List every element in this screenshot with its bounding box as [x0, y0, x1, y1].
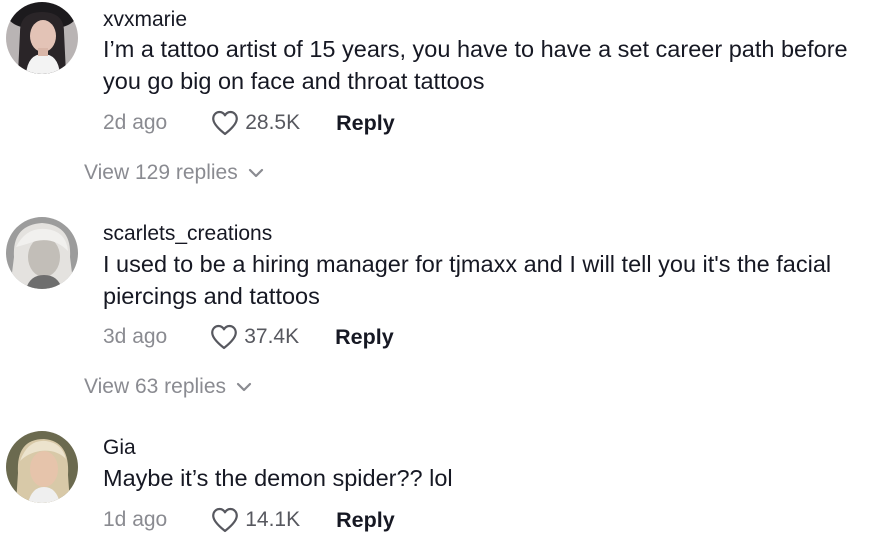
- comment-actions: 2d ago 28.5K Reply: [103, 108, 395, 138]
- comment-actions: 3d ago 37.4K Reply: [103, 322, 394, 352]
- comment-actions: 1d ago 14.1K Reply: [103, 505, 395, 535]
- like-button[interactable]: 37.4K: [210, 324, 299, 350]
- comment-text: Maybe it’s the demon spider?? lol: [103, 465, 453, 491]
- avatar[interactable]: [6, 217, 78, 289]
- comment-text: I used to be a hiring manager for tjmaxx…: [103, 251, 832, 309]
- like-count: 28.5K: [245, 111, 301, 134]
- view-replies-label: View 129 replies: [84, 161, 238, 184]
- avatar-image: [6, 217, 78, 289]
- avatar[interactable]: [6, 431, 78, 503]
- view-replies-label: View 63 replies: [84, 375, 227, 398]
- comment-text: I’m a tattoo artist of 15 years, you hav…: [103, 36, 848, 94]
- like-count: 37.4K: [244, 325, 300, 348]
- view-replies-button[interactable]: View 129 replies: [84, 161, 264, 185]
- reply-button[interactable]: Reply: [336, 111, 395, 136]
- comment-username[interactable]: Gia: [103, 436, 136, 460]
- avatar-image: [6, 431, 78, 503]
- like-button[interactable]: 28.5K: [211, 110, 300, 136]
- comment-timestamp: 1d ago: [103, 508, 168, 531]
- reply-button[interactable]: Reply: [335, 325, 394, 350]
- avatar-image: [6, 2, 78, 74]
- heart-outline-icon: [211, 324, 238, 350]
- comment-timestamp: 2d ago: [103, 111, 168, 134]
- heart-outline-icon: [212, 110, 239, 136]
- reply-button[interactable]: Reply: [336, 508, 395, 533]
- comment-username[interactable]: scarlets_creations: [103, 222, 272, 246]
- like-count: 14.1K: [245, 508, 301, 531]
- avatar[interactable]: [6, 2, 78, 74]
- heart-outline-icon: [212, 507, 239, 533]
- comment-timestamp: 3d ago: [103, 325, 168, 348]
- chevron-down-icon: [236, 382, 252, 392]
- chevron-down-icon: [248, 168, 263, 178]
- like-button[interactable]: 14.1K: [211, 507, 300, 533]
- view-replies-button[interactable]: View 63 replies: [84, 375, 252, 399]
- comment-username[interactable]: xvxmarie: [103, 8, 187, 32]
